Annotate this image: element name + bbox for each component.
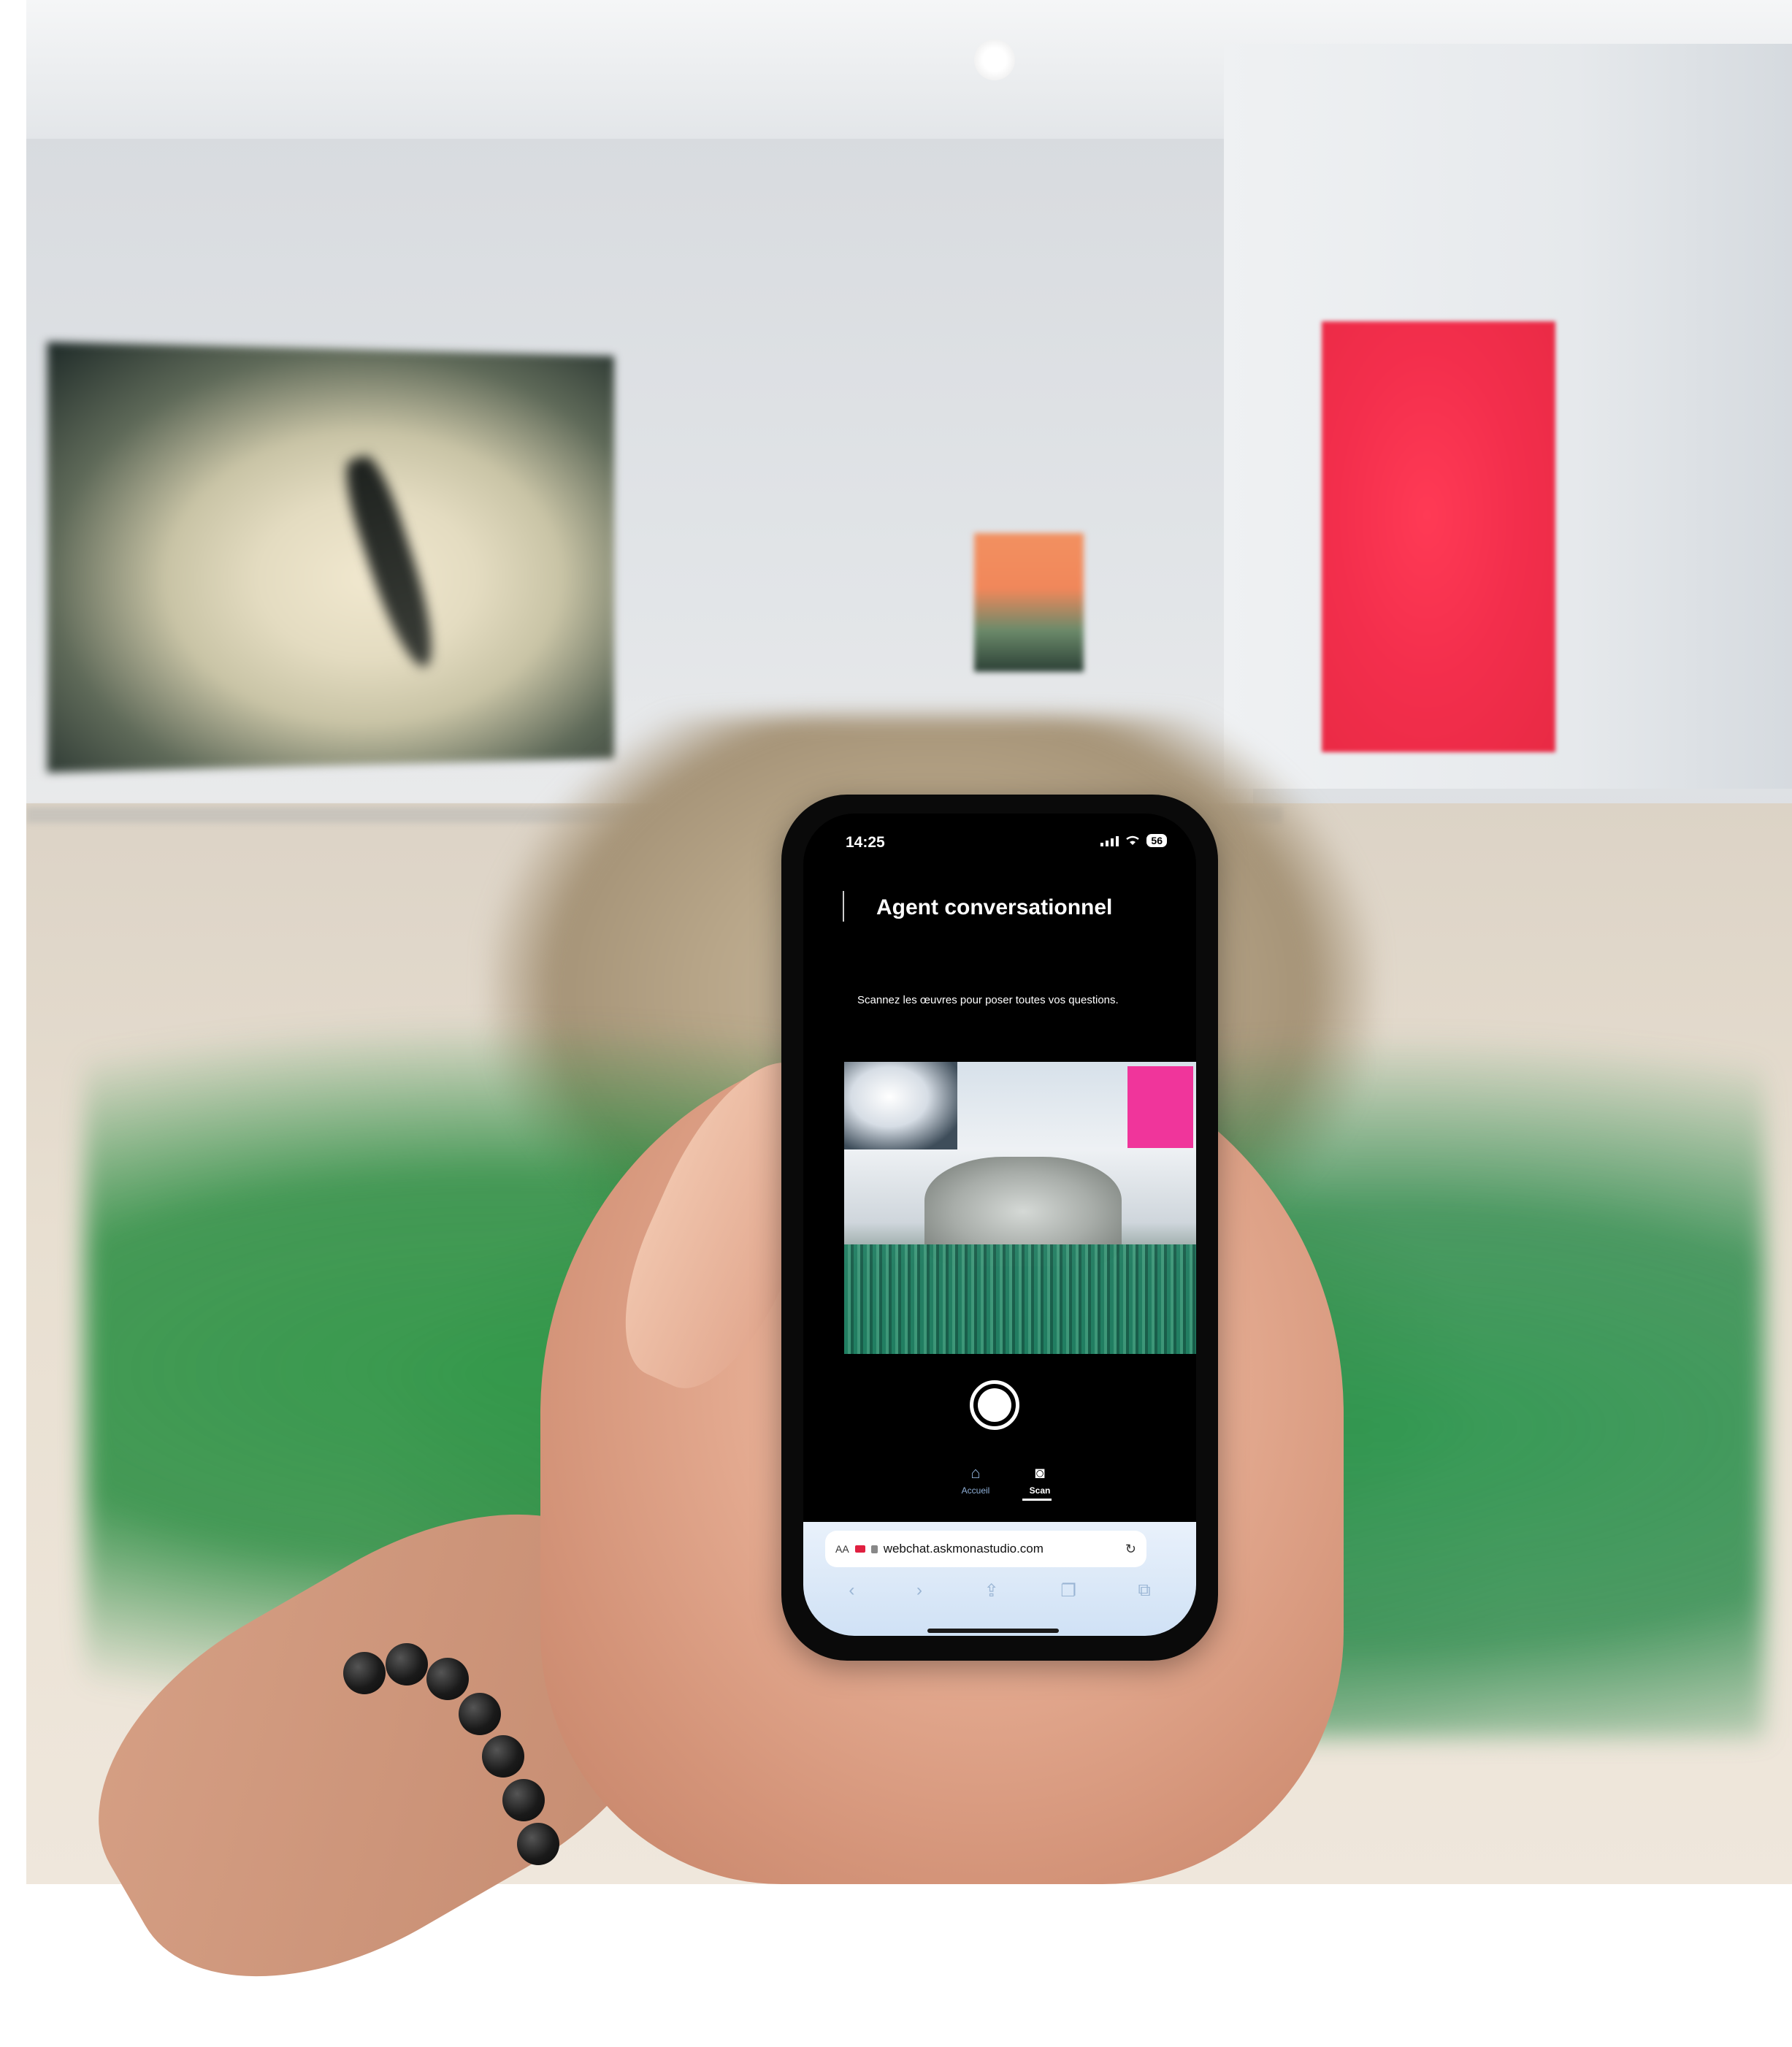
home-indicator — [927, 1629, 1059, 1633]
tabs-icon[interactable]: ⧉ — [1138, 1580, 1151, 1602]
scan-instruction: Scannez les œuvres pour poser toutes vos… — [857, 994, 1119, 1006]
phone-screen: 14:25 56 Agent conversationnel Scannez l… — [803, 814, 1196, 1636]
browser-toolbar: ‹ › ⇪ ❐ ⧉ — [803, 1580, 1196, 1602]
reload-icon[interactable]: ↻ — [1125, 1542, 1136, 1557]
red-painting — [1322, 321, 1555, 752]
battery-badge: 56 — [1146, 834, 1167, 847]
bracelet-bead — [459, 1693, 501, 1735]
browser-bar: AA webchat.askmonastudio.com ↻ ‹ › ⇪ ❐ ⧉ — [803, 1522, 1196, 1636]
app-logo — [843, 891, 867, 922]
forward-icon[interactable]: › — [916, 1580, 922, 1602]
bracelet-bead — [502, 1779, 545, 1821]
tornado-painting — [47, 341, 615, 773]
preview-painting — [844, 1062, 957, 1149]
status-bar: 14:25 56 — [803, 814, 1196, 865]
nav-item-scan[interactable]: ◙ Scan — [1011, 1463, 1069, 1496]
camera-icon: ◙ — [1035, 1463, 1045, 1482]
camera-in-use-icon — [854, 1545, 865, 1553]
bracelet-bead — [386, 1643, 428, 1686]
nav-label-scan: Scan — [1029, 1485, 1051, 1496]
wifi-icon — [1126, 835, 1140, 845]
lock-icon — [870, 1545, 878, 1553]
share-icon[interactable]: ⇪ — [984, 1580, 999, 1602]
back-icon[interactable]: ‹ — [849, 1580, 854, 1602]
bookmarks-icon[interactable]: ❐ — [1060, 1580, 1076, 1602]
text-size-button[interactable]: AA — [835, 1543, 849, 1555]
camera-preview — [844, 1062, 1196, 1354]
signal-icon — [1100, 835, 1119, 846]
shutter-button[interactable] — [970, 1380, 1019, 1430]
preview-bottles — [844, 1244, 1196, 1354]
status-icons: 56 — [1100, 834, 1167, 847]
ceiling-light — [974, 39, 1015, 80]
app-header: Agent conversationnel — [803, 879, 1196, 945]
url-text: webchat.askmonastudio.com — [883, 1542, 1044, 1556]
status-time: 14:25 — [846, 834, 885, 851]
page-title: Agent conversationnel — [876, 895, 1113, 919]
active-tab-indicator — [1022, 1499, 1052, 1501]
shutter-inner — [978, 1388, 1011, 1422]
address-bar[interactable]: AA webchat.askmonastudio.com ↻ — [825, 1531, 1146, 1567]
smartphone: 14:25 56 Agent conversationnel Scannez l… — [781, 795, 1218, 1661]
bottom-nav: ⌂ Accueil ◙ Scan — [803, 1463, 1196, 1515]
bracelet-bead — [426, 1658, 469, 1700]
home-icon: ⌂ — [970, 1463, 981, 1482]
nav-label-home: Accueil — [961, 1485, 990, 1496]
bracelet-bead — [343, 1652, 386, 1694]
preview-pink-painting — [1127, 1066, 1193, 1148]
nav-item-home[interactable]: ⌂ Accueil — [946, 1463, 1005, 1496]
small-painting — [974, 533, 1084, 672]
bracelet-bead — [517, 1823, 559, 1865]
bracelet-bead — [482, 1735, 524, 1778]
